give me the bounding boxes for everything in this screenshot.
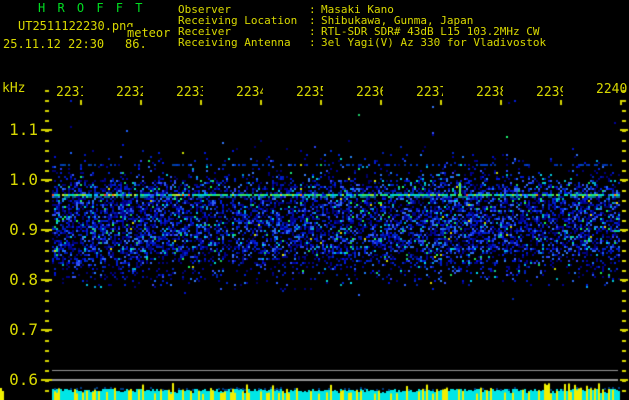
time-tick-label: 2237 bbox=[416, 85, 443, 99]
time-tick-label: 2238 bbox=[476, 85, 503, 99]
header-colon: : bbox=[309, 36, 316, 49]
header-label-antenna: Receiving Antenna bbox=[178, 36, 291, 49]
freq-tick-label: 0.7 bbox=[9, 320, 38, 339]
freq-tick-label: 0.9 bbox=[9, 220, 38, 239]
time-tick-label: 2240 bbox=[596, 83, 628, 96]
time-tick-label: 2234 bbox=[236, 85, 263, 99]
freq-tick-label: 0.8 bbox=[9, 270, 38, 289]
time-tick-label: 2236 bbox=[356, 85, 383, 99]
spectrogram-canvas bbox=[0, 0, 629, 400]
hrofft-screen: H R O F F T UT2511122230.png meteor 25.1… bbox=[0, 0, 629, 400]
datetime-label: 25.11.12 22:30 bbox=[3, 37, 105, 51]
freq-tick-label: 1.1 bbox=[9, 120, 38, 139]
time-tick-label: 2233 bbox=[176, 85, 203, 99]
freq-tick-label: 0.6 bbox=[9, 370, 38, 389]
time-tick-label: 2239 bbox=[536, 85, 563, 99]
time-tick-label: 2235 bbox=[296, 85, 323, 99]
echo-count: 86. bbox=[125, 37, 147, 51]
time-tick-label: 2231 bbox=[56, 85, 83, 99]
output-filename: UT2511122230.png bbox=[18, 19, 134, 33]
time-tick-label: 2232 bbox=[116, 85, 143, 99]
header-value-antenna: 3el Yagi(V) Az 330 for Vladivostok bbox=[321, 36, 547, 49]
freq-tick-label: 1.0 bbox=[9, 170, 38, 189]
app-title: H R O F F T bbox=[38, 1, 145, 15]
freq-axis-unit: kHz bbox=[2, 81, 26, 96]
